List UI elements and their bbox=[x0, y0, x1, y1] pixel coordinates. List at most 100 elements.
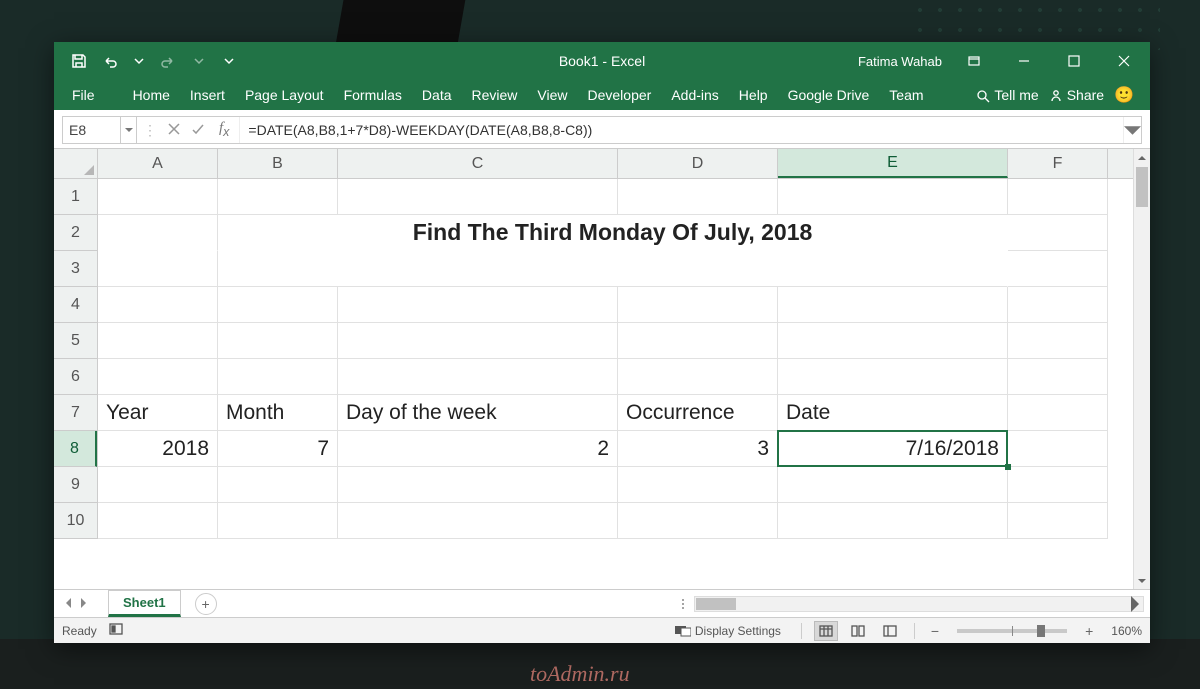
enter-formula-icon[interactable] bbox=[191, 122, 205, 139]
cell-value-date[interactable]: 7/16/2018 bbox=[778, 431, 1008, 467]
cell-label-month[interactable]: Month bbox=[218, 395, 338, 431]
redo-dropdown-icon[interactable] bbox=[184, 46, 214, 76]
name-box-dropdown-icon[interactable] bbox=[121, 117, 137, 143]
maximize-icon[interactable] bbox=[1052, 42, 1096, 80]
cell[interactable] bbox=[618, 467, 778, 503]
cell[interactable] bbox=[1008, 323, 1108, 359]
tab-formulas[interactable]: Formulas bbox=[334, 80, 412, 110]
cell[interactable] bbox=[338, 467, 618, 503]
tab-help[interactable]: Help bbox=[729, 80, 778, 110]
cell[interactable] bbox=[98, 503, 218, 539]
cell-value-month[interactable]: 7 bbox=[218, 431, 338, 467]
tab-data[interactable]: Data bbox=[412, 80, 462, 110]
row-header-1[interactable]: 1 bbox=[54, 179, 97, 215]
cell[interactable] bbox=[1008, 503, 1108, 539]
page-break-view-icon[interactable] bbox=[878, 621, 902, 641]
cell[interactable] bbox=[778, 179, 1008, 215]
zoom-thumb[interactable] bbox=[1037, 625, 1045, 637]
cell[interactable] bbox=[1008, 179, 1108, 215]
cell[interactable] bbox=[338, 287, 618, 323]
row-header-3[interactable]: 3 bbox=[54, 251, 97, 287]
name-box[interactable]: E8 bbox=[63, 117, 121, 143]
scroll-right-icon[interactable] bbox=[1127, 597, 1143, 611]
scroll-thumb[interactable] bbox=[696, 598, 736, 610]
col-header-e[interactable]: E bbox=[778, 149, 1008, 178]
cell-value-year[interactable]: 2018 bbox=[98, 431, 218, 467]
cell-label-year[interactable]: Year bbox=[98, 395, 218, 431]
cell-value-occurrence[interactable]: 3 bbox=[618, 431, 778, 467]
redo-icon[interactable] bbox=[154, 46, 184, 76]
cell[interactable] bbox=[218, 323, 338, 359]
cell-value-dow[interactable]: 2 bbox=[338, 431, 618, 467]
cell[interactable] bbox=[338, 323, 618, 359]
vertical-scrollbar[interactable] bbox=[1133, 149, 1150, 589]
share-button[interactable]: Share bbox=[1049, 87, 1104, 103]
scroll-down-icon[interactable] bbox=[1134, 572, 1150, 589]
zoom-out-button[interactable]: − bbox=[927, 623, 943, 639]
ribbon-display-options-icon[interactable] bbox=[952, 42, 996, 80]
cell[interactable] bbox=[1008, 395, 1108, 431]
cell[interactable] bbox=[98, 467, 218, 503]
cell[interactable] bbox=[1008, 359, 1108, 395]
col-header-d[interactable]: D bbox=[618, 149, 778, 178]
horizontal-scrollbar[interactable] bbox=[694, 596, 1144, 612]
heading-text[interactable]: Find The Third Monday Of July, 2018 bbox=[218, 215, 1008, 251]
undo-icon[interactable] bbox=[94, 46, 124, 76]
cell[interactable] bbox=[98, 179, 218, 215]
zoom-slider[interactable] bbox=[957, 629, 1067, 633]
cell-label-date[interactable]: Date bbox=[778, 395, 1008, 431]
zoom-in-button[interactable]: + bbox=[1081, 623, 1097, 639]
row-header-4[interactable]: 4 bbox=[54, 287, 97, 323]
select-all-button[interactable] bbox=[54, 149, 98, 179]
display-settings-button[interactable]: Display Settings bbox=[675, 624, 781, 638]
cell[interactable] bbox=[778, 359, 1008, 395]
cell[interactable] bbox=[338, 503, 618, 539]
cell-label-occurrence[interactable]: Occurrence bbox=[618, 395, 778, 431]
cell[interactable] bbox=[778, 323, 1008, 359]
cell-label-dow[interactable]: Day of the week bbox=[338, 395, 618, 431]
undo-dropdown-icon[interactable] bbox=[124, 46, 154, 76]
tab-page-layout[interactable]: Page Layout bbox=[235, 80, 334, 110]
tab-home[interactable]: Home bbox=[123, 80, 180, 110]
cell[interactable] bbox=[1008, 431, 1108, 467]
row-header-9[interactable]: 9 bbox=[54, 467, 97, 503]
insert-function-icon[interactable]: fx bbox=[215, 120, 233, 141]
page-layout-view-icon[interactable] bbox=[846, 621, 870, 641]
account-name[interactable]: Fatima Wahab bbox=[858, 54, 942, 69]
row-header-2[interactable]: 2 bbox=[54, 215, 97, 251]
col-header-c[interactable]: C bbox=[338, 149, 618, 178]
macro-record-icon[interactable] bbox=[109, 623, 123, 638]
tab-insert[interactable]: Insert bbox=[180, 80, 235, 110]
row-header-8[interactable]: 8 bbox=[54, 431, 97, 467]
row-header-7[interactable]: 7 bbox=[54, 395, 97, 431]
cell[interactable] bbox=[618, 287, 778, 323]
cell[interactable] bbox=[98, 251, 218, 287]
cell[interactable] bbox=[338, 179, 618, 215]
tab-team[interactable]: Team bbox=[879, 80, 933, 110]
scroll-thumb[interactable] bbox=[1136, 167, 1148, 207]
fill-handle[interactable] bbox=[1005, 464, 1011, 470]
cell[interactable] bbox=[218, 359, 338, 395]
tab-google-drive[interactable]: Google Drive bbox=[778, 80, 880, 110]
save-icon[interactable] bbox=[64, 46, 94, 76]
cell[interactable] bbox=[618, 503, 778, 539]
cell[interactable] bbox=[98, 215, 218, 251]
cell[interactable] bbox=[778, 287, 1008, 323]
col-header-f[interactable]: F bbox=[1008, 149, 1108, 178]
tab-add-ins[interactable]: Add-ins bbox=[661, 80, 728, 110]
cell[interactable] bbox=[618, 323, 778, 359]
tab-file[interactable]: File bbox=[62, 80, 105, 110]
sheet-nav-prev-icon[interactable] bbox=[64, 596, 74, 611]
cancel-formula-icon[interactable] bbox=[167, 122, 181, 139]
cell[interactable] bbox=[1008, 251, 1108, 287]
row-header-5[interactable]: 5 bbox=[54, 323, 97, 359]
cell[interactable] bbox=[338, 359, 618, 395]
cell[interactable] bbox=[618, 359, 778, 395]
cell[interactable] bbox=[98, 287, 218, 323]
formula-input[interactable]: =DATE(A8,B8,1+7*D8)-WEEKDAY(DATE(A8,B8,8… bbox=[240, 117, 1123, 143]
cell[interactable] bbox=[1008, 287, 1108, 323]
col-header-b[interactable]: B bbox=[218, 149, 338, 178]
cell[interactable] bbox=[98, 323, 218, 359]
expand-formula-bar-icon[interactable] bbox=[1123, 117, 1141, 143]
cell[interactable] bbox=[218, 179, 338, 215]
